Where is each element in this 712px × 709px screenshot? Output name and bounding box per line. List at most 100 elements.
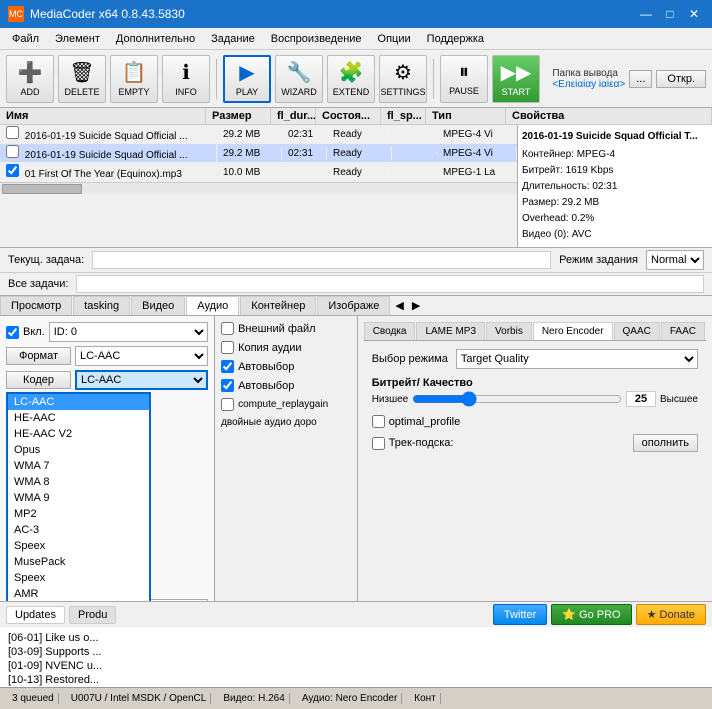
table-row[interactable]: 01 First Of The Year (Equinox).mp3 10.0 …	[0, 163, 517, 182]
menu-playback[interactable]: Воспроизведение	[263, 31, 370, 47]
autoselect-checkbox[interactable]	[221, 360, 234, 373]
menu-options[interactable]: Опции	[370, 31, 419, 47]
track-checkbox[interactable]	[372, 437, 385, 450]
settings-button[interactable]: ⚙ SETTINGS	[379, 55, 427, 103]
bottom-tab-produ[interactable]: Produ	[69, 606, 116, 624]
menu-additional[interactable]: Дополнительно	[108, 31, 203, 47]
right-tab-vorbis[interactable]: Vorbis	[486, 322, 532, 340]
menu-task[interactable]: Задание	[203, 31, 263, 47]
close-button[interactable]: ✕	[684, 4, 704, 24]
tabs-scroll-left[interactable]: ◀	[391, 296, 407, 315]
dropdown-item-he-aac[interactable]: HE-AAC	[8, 410, 149, 426]
optimal-row: optimal_profile	[372, 415, 698, 428]
format-button[interactable]: Формат	[6, 347, 71, 365]
current-task-input[interactable]	[92, 251, 551, 269]
tab-image[interactable]: Изображе	[317, 296, 390, 315]
play-icon: ▶	[239, 60, 254, 85]
more-button[interactable]: ополнить	[633, 434, 698, 452]
dropdown-item-speex[interactable]: Speex	[8, 538, 149, 554]
col-status[interactable]: Состоя...	[316, 108, 381, 124]
col-size[interactable]: Размер	[206, 108, 271, 124]
autoselect-row: Автовыбор	[221, 360, 351, 373]
dropdown-item-wma8[interactable]: WMA 8	[8, 474, 149, 490]
coder-button[interactable]: Кодер	[6, 371, 71, 389]
delete-label: DELETE	[64, 87, 99, 97]
twitter-button[interactable]: Twitter	[493, 604, 547, 625]
empty-button[interactable]: 📋 EMPTY	[110, 55, 158, 103]
dual-audio-row: двойные аудио доро	[221, 417, 351, 428]
maximize-button[interactable]: □	[660, 4, 680, 24]
right-tab-faac[interactable]: FAAC	[661, 322, 705, 340]
compute-checkbox[interactable]	[221, 398, 234, 411]
coder-dropdown-list[interactable]: LC-AAC HE-AAC HE-AAC V2 Opus WMA 7 WMA 8…	[6, 392, 151, 601]
pause-label: PAUSE	[449, 86, 479, 96]
delete-button[interactable]: 🗑 DELETE	[58, 55, 106, 103]
ext-file-checkbox[interactable]	[221, 322, 234, 335]
wizard-button[interactable]: 🔧 WIZARD	[275, 55, 323, 103]
browse-button[interactable]: ...	[629, 70, 652, 88]
dropdown-item-speex2[interactable]: Speex	[8, 570, 149, 586]
autoselect2-checkbox[interactable]	[221, 379, 234, 392]
dropdown-item-ac3[interactable]: AC-3	[8, 522, 149, 538]
minimize-button[interactable]: —	[636, 4, 656, 24]
quality-slider[interactable]	[412, 391, 622, 407]
copy-audio-checkbox[interactable]	[221, 341, 234, 354]
dropdown-item-musepack[interactable]: MusePack	[8, 554, 149, 570]
table-row[interactable]: 2016-01-19 Suicide Squad Official ... 29…	[0, 144, 517, 163]
col-type[interactable]: Тип	[426, 108, 506, 124]
right-tab-lame[interactable]: LAME MP3	[416, 322, 485, 340]
toolbar-separator-1	[216, 59, 217, 99]
dropdown-item-opus[interactable]: Opus	[8, 442, 149, 458]
play-button[interactable]: ▶ PLAY	[223, 55, 271, 103]
col-duration[interactable]: fl_dur...	[271, 108, 316, 124]
mode-select2[interactable]: Target Quality Normal	[456, 349, 698, 369]
all-tasks-input[interactable]	[76, 275, 704, 293]
gopro-button[interactable]: ⭐ Go PRO	[551, 604, 631, 625]
scroll-thumb[interactable]	[2, 184, 82, 194]
menu-support[interactable]: Поддержка	[419, 31, 492, 47]
right-tab-qaac[interactable]: QAAC	[614, 322, 660, 340]
dropdown-item-lc-aac[interactable]: LC-AAC	[8, 394, 149, 410]
coder-select[interactable]: LC-AAC	[75, 370, 208, 390]
table-row[interactable]: 2016-01-19 Suicide Squad Official ... 29…	[0, 125, 517, 144]
dropdown-item-wma9[interactable]: WMA 9	[8, 490, 149, 506]
dropdown-item-wma7[interactable]: WMA 7	[8, 458, 149, 474]
info-button[interactable]: ℹ INFO	[162, 55, 210, 103]
right-tab-nero[interactable]: Nero Encoder	[533, 322, 613, 340]
tabs-scroll-right[interactable]: ▶	[408, 296, 424, 315]
pause-button[interactable]: ⏸ PAUSE	[440, 55, 488, 103]
extend-button[interactable]: 🧩 EXTEND	[327, 55, 375, 103]
tab-container[interactable]: Контейнер	[240, 296, 316, 315]
props-line-3: Размер: 29.2 MB	[522, 195, 708, 211]
mode-select-label: Выбор режима	[372, 353, 448, 365]
col-props[interactable]: Свойства	[506, 108, 712, 124]
menu-file[interactable]: Файл	[4, 31, 47, 47]
id-select[interactable]: ID: 0	[49, 322, 208, 342]
dropdown-item-amr[interactable]: AMR	[8, 586, 149, 601]
file-sp-cell	[392, 171, 437, 173]
tab-audio[interactable]: Аудио	[186, 296, 239, 316]
file-checkbox[interactable]	[6, 126, 19, 139]
start-button[interactable]: ▶▶ START	[492, 55, 540, 103]
col-name[interactable]: Имя	[0, 108, 206, 124]
enable-checkbox[interactable]	[6, 326, 19, 339]
file-checkbox[interactable]	[6, 145, 19, 158]
tab-video[interactable]: Видео	[131, 296, 185, 315]
donate-button[interactable]: ★ Donate	[636, 604, 706, 625]
dropdown-item-he-aac-v2[interactable]: HE-AAC V2	[8, 426, 149, 442]
tab-tasking[interactable]: tasking	[73, 296, 130, 315]
format-select[interactable]: LC-AAC	[75, 346, 208, 366]
bottom-tab-updates[interactable]: Updates	[6, 606, 65, 624]
file-checkbox[interactable]	[6, 164, 19, 177]
menu-element[interactable]: Элемент	[47, 31, 108, 47]
footer-item-1: [03-09] Supports ...	[8, 645, 704, 659]
horizontal-scrollbar[interactable]	[0, 182, 517, 194]
tab-preview[interactable]: Просмотр	[0, 296, 72, 315]
add-button[interactable]: ➕ ADD	[6, 55, 54, 103]
dropdown-item-mp2[interactable]: MP2	[8, 506, 149, 522]
optimal-checkbox[interactable]	[372, 415, 385, 428]
col-sp[interactable]: fl_sp...	[381, 108, 426, 124]
mode-select[interactable]: Normal	[646, 250, 704, 270]
open-button[interactable]: Откр.	[656, 70, 706, 88]
right-tab-summary[interactable]: Сводка	[364, 322, 416, 340]
